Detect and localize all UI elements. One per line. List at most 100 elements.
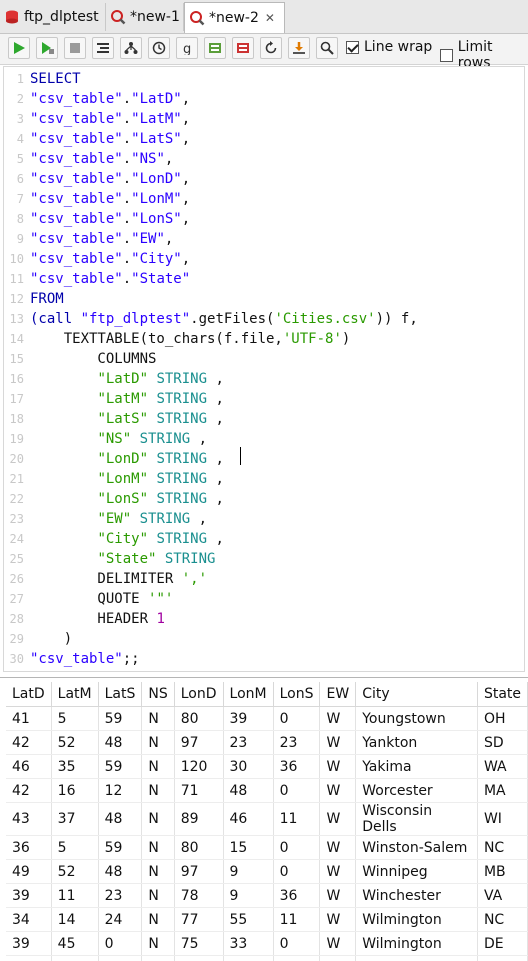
table-cell[interactable]: N bbox=[142, 884, 174, 908]
table-cell[interactable]: 52 bbox=[51, 860, 98, 884]
table-cell[interactable]: 36 bbox=[6, 836, 51, 860]
table-cell[interactable]: 39 bbox=[6, 884, 51, 908]
table-cell[interactable]: 34 bbox=[6, 908, 51, 932]
execute-selected-button[interactable] bbox=[36, 37, 58, 59]
table-cell[interactable]: W bbox=[320, 932, 356, 956]
table-row[interactable]: 36559N80150WWinston-SalemNC bbox=[6, 836, 528, 860]
line-wrap-toggle[interactable]: Line wrap bbox=[346, 39, 432, 55]
table-cell[interactable]: 15 bbox=[223, 836, 273, 860]
column-header[interactable]: EW bbox=[320, 682, 356, 707]
table-cell[interactable]: 48 bbox=[223, 779, 273, 803]
table-cell[interactable]: Yakima bbox=[356, 755, 478, 779]
table-cell[interactable]: 48 bbox=[98, 860, 142, 884]
table-cell[interactable]: 97 bbox=[174, 731, 223, 755]
table-row[interactable]: 41559N80390WYoungstownOH bbox=[6, 707, 528, 731]
table-cell[interactable]: 42 bbox=[6, 731, 51, 755]
table-cell[interactable]: 71 bbox=[174, 779, 223, 803]
table-cell[interactable]: N bbox=[142, 908, 174, 932]
table-cell[interactable]: 45 bbox=[51, 932, 98, 956]
table-cell[interactable]: 59 bbox=[98, 836, 142, 860]
table-cell[interactable]: 9 bbox=[223, 884, 273, 908]
tab-new-1[interactable]: *new-1 bbox=[106, 3, 184, 31]
table-cell[interactable]: Wilmington bbox=[356, 908, 478, 932]
close-icon[interactable]: ✕ bbox=[265, 11, 275, 25]
table-row[interactable]: 433748N894611WWisconsin DellsWI bbox=[6, 803, 528, 836]
download-button[interactable] bbox=[288, 37, 310, 59]
table-cell[interactable]: N bbox=[142, 731, 174, 755]
table-cell[interactable]: 9 bbox=[223, 860, 273, 884]
table-cell[interactable]: W bbox=[320, 956, 356, 961]
table-cell[interactable]: N bbox=[142, 803, 174, 836]
table-cell[interactable]: 35 bbox=[51, 755, 98, 779]
table-cell[interactable]: 48 bbox=[98, 731, 142, 755]
table-cell[interactable]: 36 bbox=[273, 755, 320, 779]
table-cell[interactable]: 30 bbox=[223, 755, 273, 779]
table-cell[interactable]: 43 bbox=[6, 803, 51, 836]
table-cell[interactable]: 0 bbox=[273, 836, 320, 860]
table-cell[interactable]: 33 bbox=[223, 932, 273, 956]
table-cell[interactable]: Wisconsin Dells bbox=[356, 803, 478, 836]
table-cell[interactable]: 0 bbox=[273, 932, 320, 956]
table-cell[interactable]: WI bbox=[477, 803, 527, 836]
table-cell[interactable]: W bbox=[320, 707, 356, 731]
table-cell[interactable]: MB bbox=[477, 860, 527, 884]
tab-ftp-dlptest[interactable]: ftp_dlptest bbox=[0, 3, 106, 31]
table-cell[interactable]: W bbox=[320, 908, 356, 932]
table-row[interactable]: 495248N9790WWinnipegMB bbox=[6, 860, 528, 884]
column-header[interactable]: LatD bbox=[6, 682, 51, 707]
table-cell[interactable]: 52 bbox=[51, 731, 98, 755]
table-cell[interactable]: N bbox=[142, 779, 174, 803]
table-cell[interactable]: 46 bbox=[6, 755, 51, 779]
import-button[interactable] bbox=[232, 37, 254, 59]
table-cell[interactable]: 59 bbox=[98, 707, 142, 731]
table-cell[interactable]: 23 bbox=[98, 884, 142, 908]
table-cell[interactable]: 12 bbox=[98, 779, 142, 803]
table-cell[interactable]: N bbox=[142, 755, 174, 779]
table-cell[interactable]: Worcester bbox=[356, 779, 478, 803]
table-cell[interactable]: 89 bbox=[174, 803, 223, 836]
table-cell[interactable]: 5 bbox=[51, 707, 98, 731]
table-cell[interactable]: Winston-Salem bbox=[356, 836, 478, 860]
table-cell[interactable]: N bbox=[142, 932, 174, 956]
table-cell[interactable]: 36 bbox=[273, 884, 320, 908]
table-cell[interactable]: 42 bbox=[6, 779, 51, 803]
explain-plan-button[interactable] bbox=[120, 37, 142, 59]
table-cell[interactable]: W bbox=[320, 836, 356, 860]
table-cell[interactable]: 103 bbox=[174, 956, 223, 961]
table-cell[interactable]: 49 bbox=[6, 860, 51, 884]
stop-button[interactable] bbox=[64, 37, 86, 59]
table-cell[interactable]: 46 bbox=[223, 803, 273, 836]
column-header[interactable]: NS bbox=[142, 682, 174, 707]
variable-button[interactable]: g bbox=[176, 37, 198, 59]
search-button[interactable] bbox=[316, 37, 338, 59]
table-row[interactable]: 341424N775511WWilmingtonNC bbox=[6, 908, 528, 932]
table-cell[interactable]: 11 bbox=[51, 884, 98, 908]
table-cell[interactable]: 37 bbox=[51, 803, 98, 836]
table-cell[interactable]: WA bbox=[477, 755, 527, 779]
table-cell[interactable]: 39 bbox=[223, 707, 273, 731]
table-row[interactable]: 39450N75330WWilmingtonDE bbox=[6, 932, 528, 956]
line-wrap-checkbox[interactable] bbox=[346, 41, 359, 54]
limit-rows-checkbox[interactable] bbox=[440, 49, 453, 62]
table-row[interactable]: 421612N71480WWorcesterMA bbox=[6, 779, 528, 803]
table-cell[interactable]: N bbox=[142, 836, 174, 860]
table-cell[interactable]: Youngstown bbox=[356, 707, 478, 731]
table-cell[interactable]: Winchester bbox=[356, 884, 478, 908]
tab-new-2[interactable]: *new-2 ✕ bbox=[184, 2, 285, 33]
table-cell[interactable]: 0 bbox=[273, 860, 320, 884]
table-cell[interactable]: 77 bbox=[174, 908, 223, 932]
column-header[interactable]: LonM bbox=[223, 682, 273, 707]
table-row[interactable]: 425248N972323WYanktonSD bbox=[6, 731, 528, 755]
column-header[interactable]: LonD bbox=[174, 682, 223, 707]
column-header[interactable]: LatS bbox=[98, 682, 142, 707]
table-cell[interactable]: N bbox=[142, 707, 174, 731]
table-cell[interactable]: W bbox=[320, 755, 356, 779]
table-cell[interactable]: 97 bbox=[174, 860, 223, 884]
column-header[interactable]: State bbox=[477, 682, 527, 707]
table-cell[interactable]: N bbox=[142, 860, 174, 884]
sql-editor[interactable]: 1234567891011121314151617181920212223242… bbox=[3, 66, 525, 672]
table-cell[interactable]: 16 bbox=[51, 779, 98, 803]
table-cell[interactable]: 41 bbox=[6, 707, 51, 731]
table-cell[interactable]: W bbox=[320, 884, 356, 908]
table-cell[interactable]: 48 bbox=[98, 803, 142, 836]
